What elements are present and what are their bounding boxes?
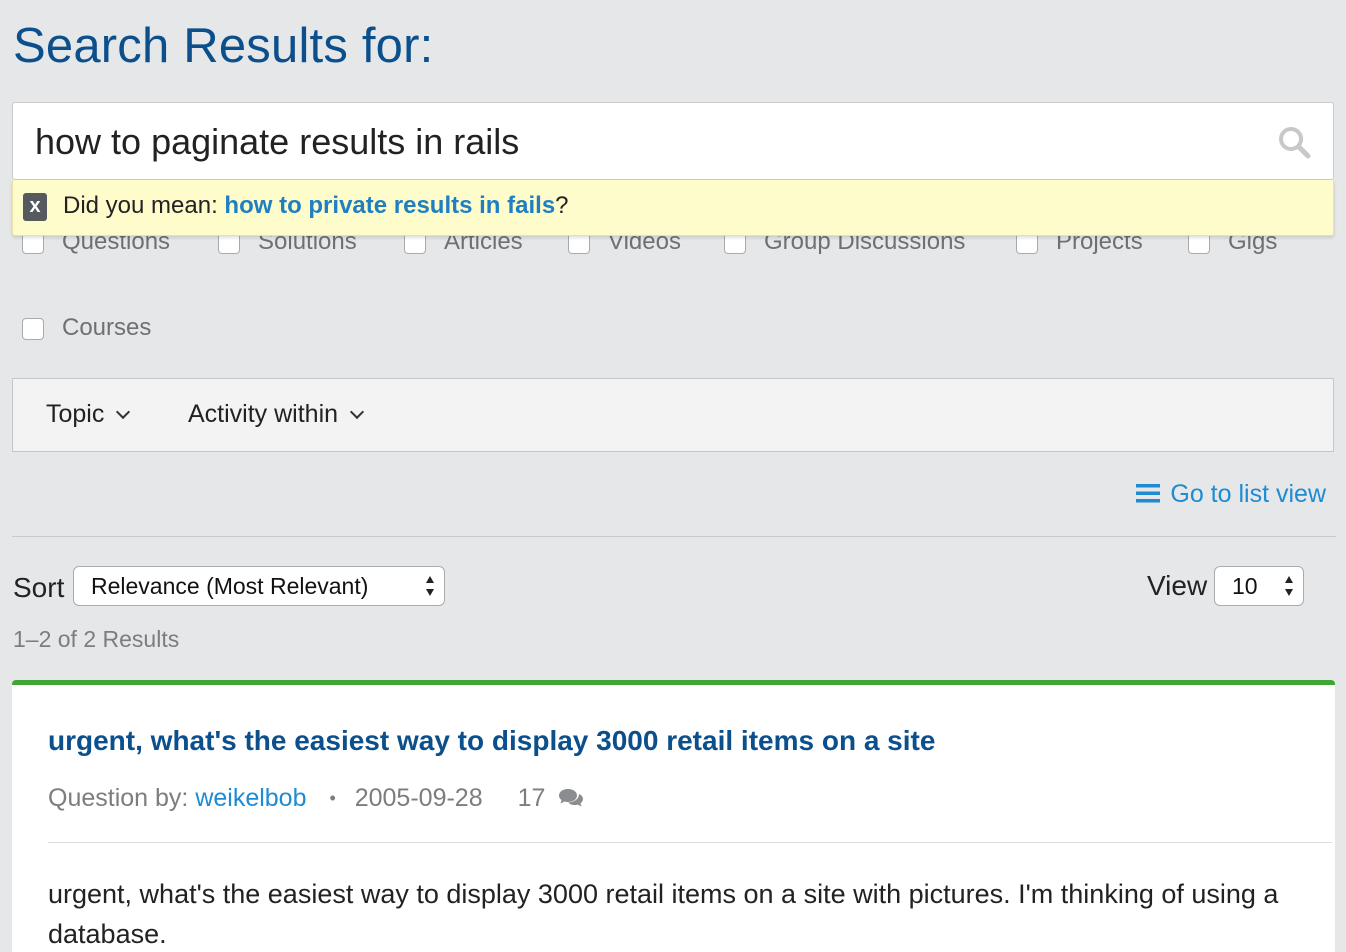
list-view-label: Go to list view [1170,480,1326,508]
search-input[interactable] [35,121,1235,163]
checkbox[interactable] [22,318,44,340]
sort-label: Sort [13,572,65,603]
topic-filter-dropdown[interactable]: Topic [46,400,131,429]
select-arrows-icon [426,576,434,596]
close-suggestion-button[interactable]: x [23,193,47,221]
suggestion-suffix: ? [555,192,569,219]
page-title: Search Results for: [13,19,434,73]
checkbox-label: Courses [62,314,152,341]
activity-filter-label: Activity within [188,400,339,428]
view-count-select[interactable]: 10 [1214,566,1304,606]
activity-filter-dropdown[interactable]: Activity within [188,400,365,429]
list-icon [1136,484,1161,503]
result-card: urgent, what's the easiest way to displa… [12,680,1335,952]
search-icon[interactable] [1277,125,1311,159]
results-summary: 1–2 of 2 Results [13,626,180,652]
view-label: View [1147,570,1208,601]
suggested-query-link[interactable]: how to private results in fails [224,192,555,219]
suggestion-text: Did you mean: how to private results in … [63,192,569,220]
meta-separator: • [329,788,336,808]
result-excerpt: urgent, what's the easiest way to displa… [48,879,1279,949]
search-box [12,102,1334,180]
result-type-prefix: Question by: [48,784,189,812]
divider [12,536,1336,537]
sort-select-value: Relevance (Most Relevant) [91,573,369,599]
select-arrows-icon [1285,576,1293,596]
suggestion-prefix: Did you mean: [63,192,218,219]
comment-count: 17 [517,784,546,812]
filter-bar: Topic Activity within [12,378,1334,452]
result-date: 2005-09-28 [354,784,483,812]
card-divider [48,842,1332,843]
did-you-mean-bar: x Did you mean: how to private results i… [12,180,1334,236]
chevron-down-icon [349,404,365,420]
topic-filter-label: Topic [46,400,105,428]
go-to-list-view-link[interactable]: Go to list view [1136,480,1326,509]
search-results-page: Search Results for: Questions Solutions … [0,0,1346,952]
sort-select[interactable]: Relevance (Most Relevant) [73,566,445,606]
result-meta: Question by: weikelbob • 2005-09-28 17 [48,784,584,813]
author-link[interactable]: weikelbob [195,784,306,812]
comments-icon [559,789,584,807]
result-title-link[interactable]: urgent, what's the easiest way to displa… [48,725,935,757]
view-select-value: 10 [1232,573,1258,599]
chevron-down-icon [116,404,131,420]
